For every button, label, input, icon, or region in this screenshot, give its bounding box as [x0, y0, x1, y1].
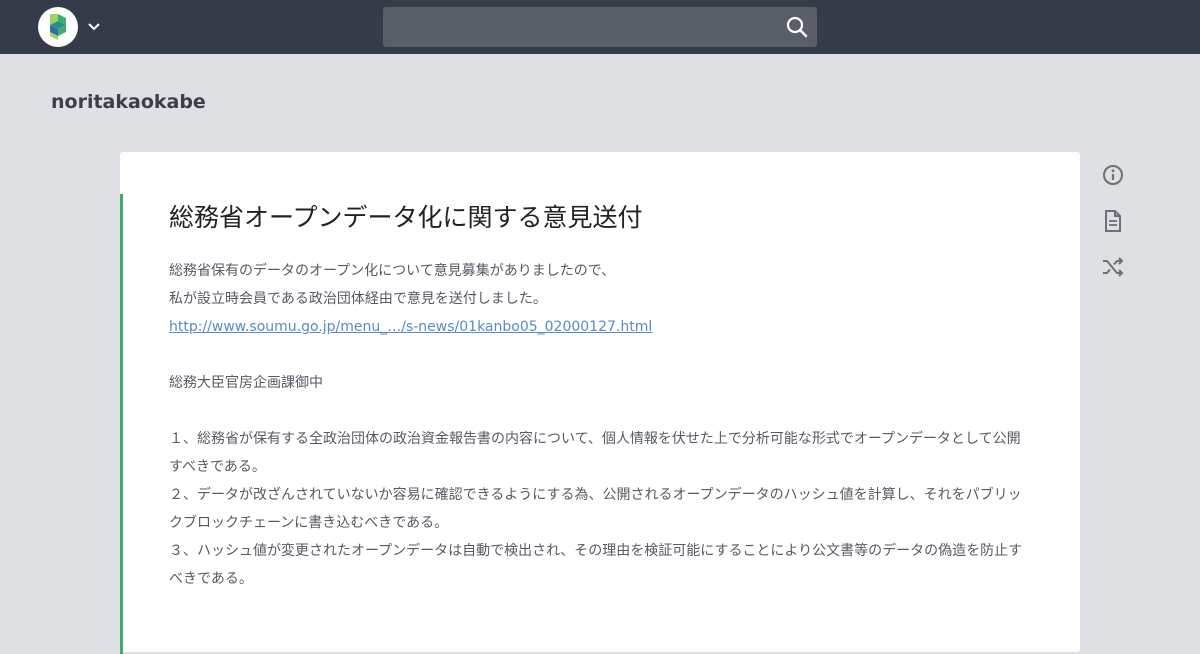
search-input[interactable] [383, 7, 773, 47]
source-link[interactable]: http://www.soumu.go.jp/menu_…/s-news/01k… [169, 319, 652, 335]
profile-username[interactable]: noritakaokabe [51, 91, 206, 113]
shuffle-icon[interactable] [1101, 255, 1125, 279]
app-logo-icon[interactable] [38, 7, 78, 47]
chevron-down-icon[interactable] [86, 19, 102, 35]
post-intro-line-2: 私が設立時会員である政治団体経由で意見を送付しました。 [169, 291, 547, 307]
post-point-3: ３、ハッシュ値が変更されたオープンデータは自動で検出され、その理由を検証可能にす… [169, 543, 1023, 587]
top-navigation-bar [0, 0, 1200, 54]
post-title: 総務省オープンデータ化に関する意見送付 [169, 203, 643, 232]
post-addressee: 総務大臣官房企画課御中 [169, 375, 323, 391]
info-icon[interactable] [1101, 163, 1125, 187]
search-box [383, 7, 817, 47]
document-icon[interactable] [1101, 209, 1125, 233]
post-intro-line-1: 総務省保有のデータのオープン化について意見募集がありましたので、 [169, 263, 616, 279]
post-side-actions [1101, 163, 1125, 301]
post-body: 総務省保有のデータのオープン化について意見募集がありましたので、 私が設立時会員… [169, 257, 1029, 593]
post-accent-bar [120, 194, 123, 654]
post-point-1: １、総務省が保有する全政治団体の政治資金報告書の内容について、個人情報を伏せた上… [169, 431, 1021, 475]
search-icon[interactable] [785, 15, 809, 39]
post-point-2: ２、データが改ざんされていないか容易に確認できるようにする為、公開されるオープン… [169, 487, 1022, 531]
